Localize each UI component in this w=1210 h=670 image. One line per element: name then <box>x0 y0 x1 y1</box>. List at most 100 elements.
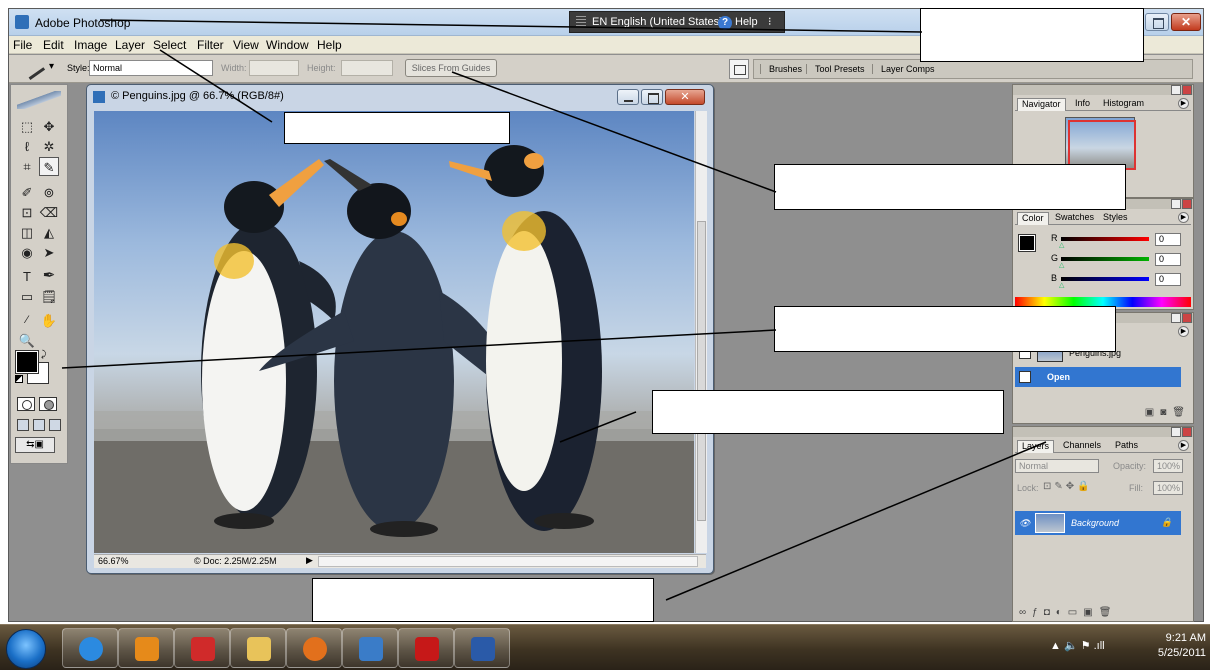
maximize-button[interactable] <box>1145 13 1169 31</box>
tab-swatches[interactable]: Swatches <box>1051 212 1098 222</box>
palette-close-icon[interactable] <box>1182 85 1192 95</box>
system-tray[interactable]: ▲ 🔈 ⚑ .ıll <box>1050 639 1105 652</box>
standard-mode-button[interactable] <box>17 397 35 411</box>
red-slider-handle[interactable]: △ <box>1059 241 1064 249</box>
menu-view[interactable]: View <box>233 38 259 52</box>
blue-slider[interactable] <box>1061 277 1149 281</box>
palette-well-icon[interactable] <box>729 59 749 79</box>
blur-tool-icon[interactable]: ◉ <box>17 243 37 262</box>
shape-tool-icon[interactable]: 🗒 <box>39 287 59 306</box>
history-brush-icon[interactable]: ⌫ <box>39 203 59 222</box>
default-colors-icon[interactable] <box>15 375 23 383</box>
crop-tool-icon[interactable]: ⌗ <box>17 157 37 176</box>
tab-info[interactable]: Info <box>1071 98 1094 108</box>
menu-window[interactable]: Window <box>266 38 309 52</box>
tab-channels[interactable]: Channels <box>1059 440 1105 450</box>
lock-icons[interactable]: ⊡✎✥🔒 <box>1043 481 1093 492</box>
opacity-field[interactable]: 100% <box>1153 459 1183 473</box>
document-close-button[interactable]: ✕ <box>665 89 705 105</box>
help-button[interactable]: Help <box>735 16 758 28</box>
zoom-tool-icon[interactable] <box>39 331 59 350</box>
menu-select[interactable]: Select <box>153 38 186 52</box>
swap-colors-icon[interactable]: ⤸ <box>41 349 46 360</box>
menu-layer[interactable]: Layer <box>115 38 145 52</box>
image-canvas[interactable] <box>94 111 694 553</box>
delete-layer-icon[interactable]: 🗑 <box>1099 607 1118 618</box>
quick-mask-button[interactable] <box>39 397 57 411</box>
screen-mode-full-icon[interactable] <box>49 419 61 431</box>
menu-help[interactable]: Help <box>317 38 342 52</box>
clock[interactable]: 9:21 AM 5/25/2011 <box>1150 631 1206 661</box>
palette-close-icon[interactable] <box>1182 313 1192 323</box>
path-selection-icon[interactable]: T <box>17 267 37 286</box>
move-tool-icon[interactable]: ✥ <box>39 117 59 136</box>
slice-tool-icon[interactable]: ✎ <box>39 157 59 176</box>
green-slider[interactable] <box>1061 257 1149 261</box>
layer-style-icon[interactable]: ƒ <box>1032 607 1044 618</box>
new-snapshot-icon[interactable]: ◙ <box>1160 407 1172 418</box>
zoom-level[interactable]: 66.67% <box>98 556 129 566</box>
document-horizontal-scrollbar[interactable] <box>318 556 698 567</box>
layer-row-background[interactable]: 👁 Background 🔒 <box>1015 511 1181 535</box>
taskbar-firefox[interactable] <box>286 628 342 668</box>
palette-minimize-icon[interactable] <box>1171 427 1181 437</box>
tab-histogram[interactable]: Histogram <box>1099 98 1148 108</box>
blend-mode-select[interactable]: Normal <box>1015 459 1099 473</box>
document-vertical-scrollbar[interactable] <box>695 111 707 553</box>
blue-slider-handle[interactable]: △ <box>1059 281 1064 289</box>
visibility-eye-icon[interactable]: 👁 <box>1019 518 1030 529</box>
palette-minimize-icon[interactable] <box>1171 199 1181 209</box>
style-select[interactable]: Normal <box>89 60 213 76</box>
foreground-color-swatch[interactable] <box>1018 234 1036 252</box>
notes-tool-icon[interactable]: ⁄ <box>17 311 37 330</box>
close-button[interactable]: ✕ <box>1171 13 1201 31</box>
grip-icon[interactable] <box>576 16 586 28</box>
taskbar-media-player[interactable] <box>118 628 174 668</box>
screen-mode-full-menu-icon[interactable] <box>33 419 45 431</box>
menu-image[interactable]: Image <box>74 38 107 52</box>
help-icon[interactable]: ? <box>718 16 732 30</box>
palette-minimize-icon[interactable] <box>1171 313 1181 323</box>
language-bar[interactable]: EN English (United States) ? Help ⁝ <box>569 11 785 33</box>
taskbar-word[interactable] <box>454 628 510 668</box>
magic-wand-tool-icon[interactable]: ✲ <box>39 137 59 156</box>
delete-state-icon[interactable]: 🗑 <box>1172 407 1191 418</box>
height-field[interactable] <box>341 60 393 76</box>
screen-mode-standard-icon[interactable] <box>17 419 29 431</box>
taskbar-internet-explorer[interactable] <box>62 628 118 668</box>
fill-field[interactable]: 100% <box>1153 481 1183 495</box>
start-button[interactable] <box>6 629 46 669</box>
layer-mask-icon[interactable]: ◘ <box>1044 607 1056 618</box>
pen-tool-icon[interactable]: ▭ <box>17 287 37 306</box>
tab-navigator[interactable]: Navigator <box>1017 98 1066 111</box>
palette-menu-icon[interactable]: ▶ <box>1178 440 1189 451</box>
layer-name[interactable]: Background <box>1071 518 1119 528</box>
dodge-tool-icon[interactable]: ➤ <box>39 243 59 262</box>
document-maximize-button[interactable] <box>641 89 663 105</box>
tab-brushes[interactable]: Brushes <box>760 64 802 74</box>
menu-file[interactable]: File <box>13 38 32 52</box>
photoshop-feather-icon[interactable] <box>17 91 61 109</box>
link-layers-icon[interactable]: ∞ <box>1019 607 1032 618</box>
taskbar-file-explorer[interactable] <box>230 628 286 668</box>
new-layer-icon[interactable]: ▣ <box>1083 607 1098 618</box>
new-document-icon[interactable]: ▣ <box>1145 407 1160 418</box>
red-value[interactable]: 0 <box>1155 233 1181 246</box>
tab-layers[interactable]: Layers <box>1017 440 1055 453</box>
hand-tool-icon[interactable]: 🔍 <box>17 331 37 350</box>
history-state-row[interactable]: Open <box>1015 367 1181 387</box>
scrollbar-thumb[interactable] <box>697 221 706 521</box>
document-minimize-button[interactable] <box>617 89 639 105</box>
eyedropper-tool-icon[interactable]: ✋ <box>39 311 59 330</box>
palette-minimize-icon[interactable] <box>1171 85 1181 95</box>
red-slider[interactable] <box>1061 237 1149 241</box>
palette-close-icon[interactable] <box>1182 199 1192 209</box>
marquee-tool-icon[interactable]: ⬚ <box>17 117 37 136</box>
brush-tool-icon[interactable]: ⊚ <box>39 183 59 202</box>
jump-to-imageready-button[interactable]: ⇆▣ <box>15 437 55 453</box>
palette-close-icon[interactable] <box>1182 427 1192 437</box>
tool-preset-picker[interactable] <box>21 60 59 78</box>
menu-filter[interactable]: Filter <box>197 38 224 52</box>
menu-edit[interactable]: Edit <box>43 38 64 52</box>
taskbar-acrobat[interactable] <box>398 628 454 668</box>
